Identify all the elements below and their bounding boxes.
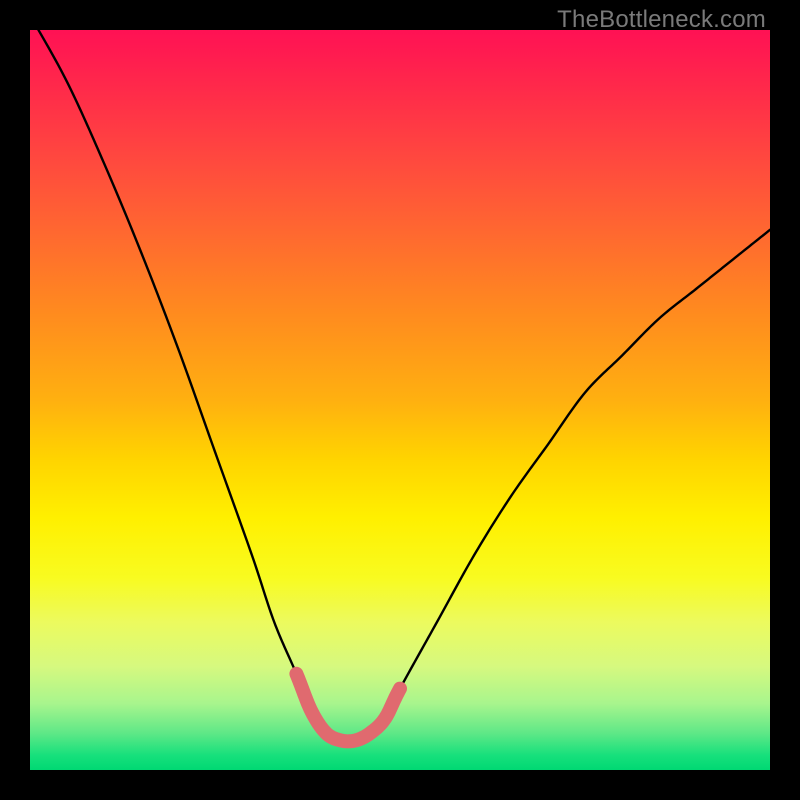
curve-path: [30, 15, 770, 741]
curve-highlight: [296, 674, 400, 742]
chart-frame: TheBottleneck.com: [0, 0, 800, 800]
bottleneck-curve: [30, 30, 770, 770]
plot-area: [30, 30, 770, 770]
